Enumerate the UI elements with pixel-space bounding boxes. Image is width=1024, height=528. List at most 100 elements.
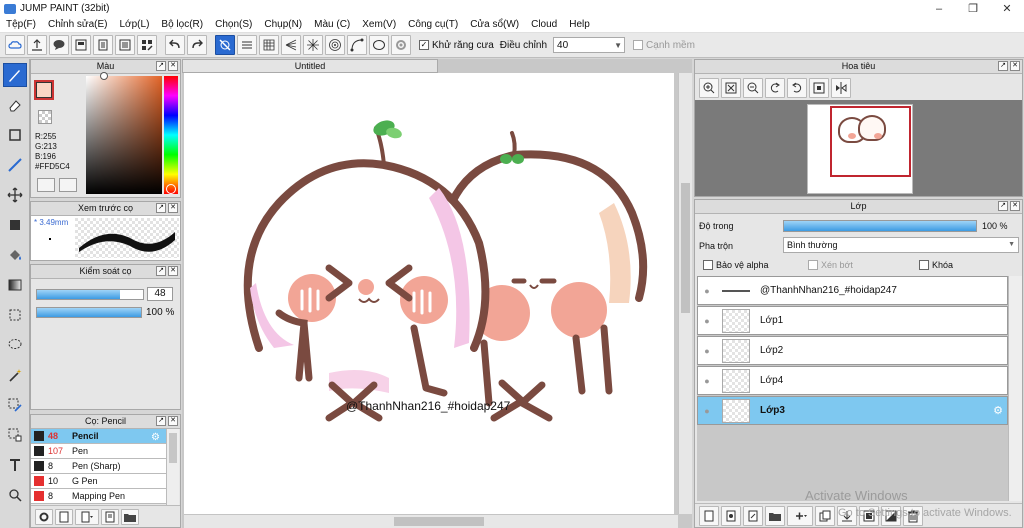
layer-opacity-slider[interactable] <box>783 220 977 232</box>
comment-icon[interactable] <box>49 35 69 55</box>
float-icon[interactable]: ↗ <box>156 61 166 71</box>
edge-checkbox[interactable] <box>633 40 644 50</box>
layer-list-scrollbar[interactable] <box>1008 276 1022 501</box>
menu-layer[interactable]: Lớp(L) <box>114 19 156 30</box>
brush-size-slider[interactable] <box>36 289 144 300</box>
protect-alpha-checkbox[interactable] <box>703 260 713 270</box>
menu-filter[interactable]: Bộ lọc(R) <box>155 19 209 30</box>
pen-tool-icon[interactable] <box>3 63 27 87</box>
close-icon[interactable]: ✕ <box>1010 201 1020 211</box>
reset-view-icon[interactable] <box>809 78 829 98</box>
menu-select[interactable]: Chọn(S) <box>209 19 258 30</box>
perspective-icon[interactable] <box>281 35 301 55</box>
fill-rect-tool-icon[interactable] <box>3 213 27 237</box>
flip-view-icon[interactable] <box>831 78 851 98</box>
gradient-tool-icon[interactable] <box>3 273 27 297</box>
layer-row-1[interactable]: ● Lớp1 <box>697 306 1008 335</box>
brush-size-input[interactable]: 48 <box>147 287 173 301</box>
color-field[interactable] <box>86 76 162 194</box>
float-icon[interactable]: ↗ <box>998 201 1008 211</box>
zoom-fit-icon[interactable] <box>721 78 741 98</box>
layer-settings-icon[interactable]: ⚙ <box>993 404 1003 417</box>
zoom-in-icon[interactable] <box>699 78 719 98</box>
layer-visibility-icon[interactable]: ● <box>698 346 716 356</box>
snap-off-icon[interactable] <box>215 35 235 55</box>
menu-cloud[interactable]: Cloud <box>525 19 563 30</box>
restore-icon[interactable]: ❐ <box>956 0 990 17</box>
radial-icon[interactable] <box>303 35 323 55</box>
lock-checkbox[interactable] <box>919 260 929 270</box>
rectangle-tool-icon[interactable] <box>3 123 27 147</box>
undo-icon[interactable] <box>165 35 185 55</box>
bucket-tool-icon[interactable] <box>3 243 27 267</box>
float-icon[interactable]: ↗ <box>998 61 1008 71</box>
document-tab[interactable]: Untitled <box>182 59 438 73</box>
lasso-tool-icon[interactable] <box>3 333 27 357</box>
float-icon[interactable]: ↗ <box>156 416 166 426</box>
brush-list-scrollbar[interactable] <box>166 429 179 505</box>
brush-menu-icon[interactable] <box>75 508 99 525</box>
line-tool-icon[interactable] <box>3 153 27 177</box>
navigator-thumbnail[interactable] <box>807 104 913 194</box>
clipping-checkbox[interactable] <box>808 260 818 270</box>
new-layer-icon[interactable] <box>699 505 719 526</box>
layer-visibility-icon[interactable]: ● <box>698 406 716 416</box>
panel-icon[interactable] <box>71 35 91 55</box>
close-icon[interactable]: ✕ <box>168 61 178 71</box>
color-palette-button[interactable] <box>59 178 77 192</box>
magic-wand-icon[interactable] <box>3 363 27 387</box>
operation-tool-icon[interactable] <box>3 483 27 507</box>
list-icon[interactable] <box>115 35 135 55</box>
menu-capture[interactable]: Chụp(N) <box>258 19 308 30</box>
redo-icon[interactable] <box>187 35 207 55</box>
layer-row-3[interactable]: ● Lớp3 ⚙ <box>697 396 1008 425</box>
add-layer-menu-icon[interactable] <box>787 505 813 526</box>
zoom-out-icon[interactable] <box>743 78 763 98</box>
snap-settings-icon[interactable] <box>391 35 411 55</box>
hue-slider[interactable] <box>164 76 178 194</box>
new-folder-icon[interactable] <box>765 505 785 526</box>
select-eraser-icon[interactable] <box>3 423 27 447</box>
scrollbar-thumb[interactable] <box>681 183 690 313</box>
menu-help[interactable]: Help <box>563 19 596 30</box>
scrollbar-thumb[interactable] <box>394 517 484 526</box>
brush-copy-icon[interactable] <box>101 508 119 525</box>
minimize-icon[interactable]: – <box>922 0 956 17</box>
ellipse-snap-icon[interactable] <box>369 35 389 55</box>
canvas-vertical-scrollbar[interactable] <box>678 73 692 514</box>
grid-edit-icon[interactable] <box>137 35 157 55</box>
concentric-icon[interactable] <box>325 35 345 55</box>
duplicate-layer-icon[interactable] <box>815 505 835 526</box>
text-tool-icon[interactable] <box>3 453 27 477</box>
layer-row-text[interactable]: ● @ThanhNhan216_#hoidap247 <box>697 276 1008 305</box>
float-icon[interactable]: ↗ <box>156 266 166 276</box>
new-raster-layer-icon[interactable] <box>721 505 741 526</box>
menu-view[interactable]: Xem(V) <box>356 19 402 30</box>
cloud-icon[interactable] <box>5 35 25 55</box>
rotate-right-icon[interactable] <box>787 78 807 98</box>
marquee-tool-icon[interactable] <box>3 303 27 327</box>
close-icon[interactable]: ✕ <box>168 266 178 276</box>
layer-row-4[interactable]: ● Lớp4 <box>697 366 1008 395</box>
brush-item-g-pen[interactable]: 10 G Pen <box>31 474 166 489</box>
foreground-swatch[interactable] <box>34 80 54 100</box>
antialias-checkbox[interactable]: ✓ <box>419 40 429 50</box>
brush-item-mapping-pen[interactable]: 8 Mapping Pen <box>31 489 166 504</box>
close-icon[interactable]: ✕ <box>168 416 178 426</box>
new-vector-layer-icon[interactable] <box>743 505 763 526</box>
brush-item-pencil[interactable]: 48 Pencil <box>31 429 166 444</box>
move-tool-icon[interactable] <box>3 183 27 207</box>
menu-edit[interactable]: Chỉnh sửa(E) <box>42 19 114 30</box>
brush-item-pen[interactable]: 107 Pen <box>31 444 166 459</box>
brush-opacity-slider[interactable] <box>36 307 142 318</box>
blend-mode-dropdown[interactable]: Bình thường ▼ <box>783 237 1019 253</box>
upload-icon[interactable] <box>27 35 47 55</box>
close-icon[interactable]: ✕ <box>168 203 178 213</box>
close-icon[interactable]: ✕ <box>1010 61 1020 71</box>
menu-tools[interactable]: Công cụ(T) <box>402 19 464 30</box>
select-pen-icon[interactable] <box>3 393 27 417</box>
brush-folder-icon[interactable] <box>121 508 139 525</box>
float-icon[interactable]: ↗ <box>156 203 166 213</box>
rotate-left-icon[interactable] <box>765 78 785 98</box>
color-picker-button[interactable] <box>37 178 55 192</box>
